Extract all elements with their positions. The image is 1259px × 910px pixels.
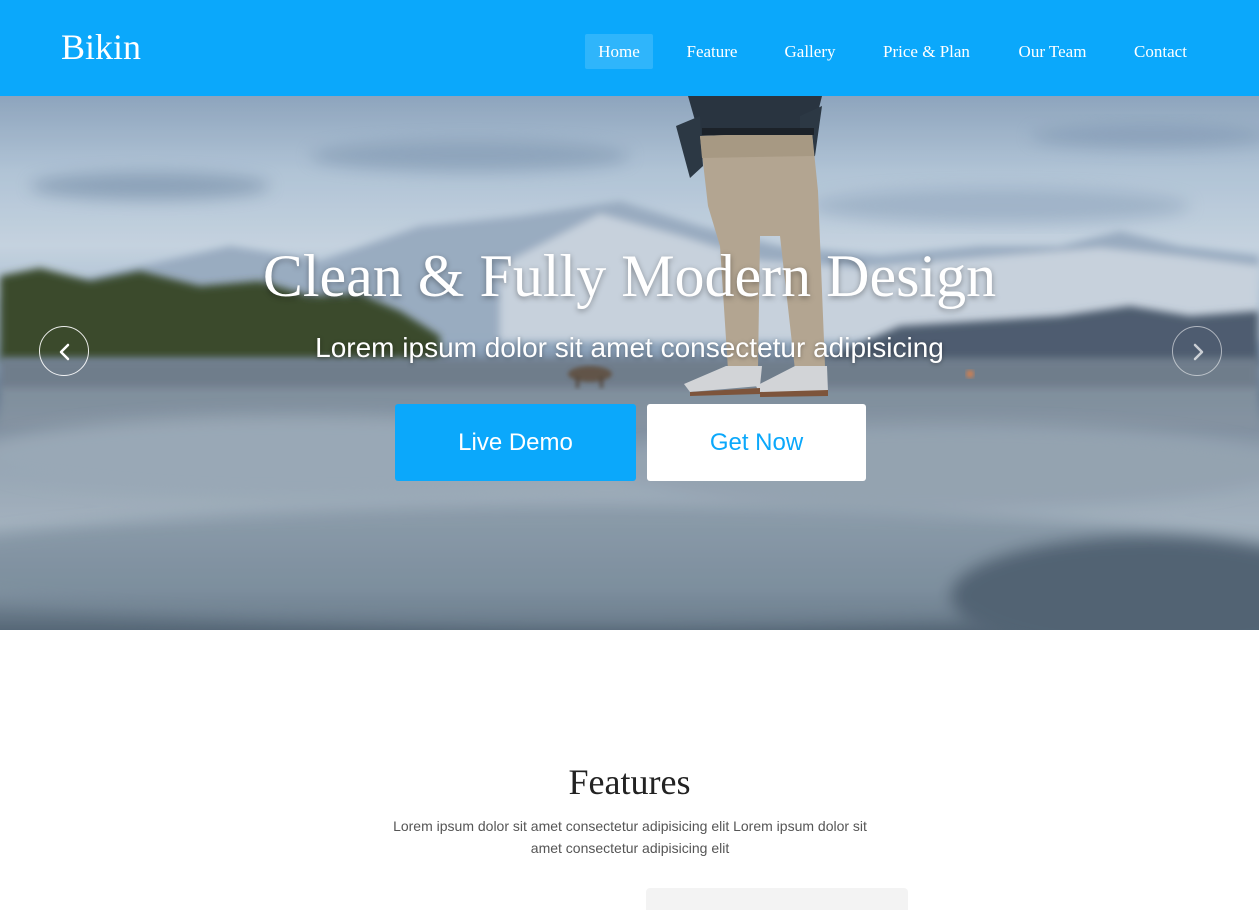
- slider-prev-button[interactable]: [39, 326, 89, 376]
- feature-card: [646, 888, 908, 910]
- features-heading: Features: [568, 762, 691, 802]
- top-navbar: Bikin Home Feature Gallery Price & Plan …: [0, 0, 1259, 96]
- nav-item-feature[interactable]: Feature: [674, 34, 750, 69]
- main-nav: Home Feature Gallery Price & Plan Our Te…: [0, 34, 1259, 69]
- nav-item-home[interactable]: Home: [585, 34, 653, 69]
- nav-item-our-team[interactable]: Our Team: [1006, 34, 1099, 69]
- hero-subtitle: Lorem ipsum dolor sit amet consectetur a…: [315, 332, 944, 363]
- live-demo-button[interactable]: Live Demo: [395, 404, 636, 481]
- nav-item-contact[interactable]: Contact: [1122, 34, 1199, 69]
- nav-item-gallery[interactable]: Gallery: [773, 34, 847, 69]
- hero-title: Clean & Fully Modern Design: [262, 243, 997, 309]
- slider-next-button[interactable]: [1172, 326, 1222, 376]
- hero-slider: Clean & Fully Modern Design Lorem ipsum …: [0, 96, 1259, 630]
- chevron-left-icon: [59, 343, 70, 361]
- features-description: Lorem ipsum dolor sit amet consectetur a…: [393, 818, 867, 856]
- get-now-button[interactable]: Get Now: [647, 404, 866, 481]
- chevron-right-icon: [1193, 343, 1204, 361]
- nav-item-price-plan[interactable]: Price & Plan: [870, 34, 983, 69]
